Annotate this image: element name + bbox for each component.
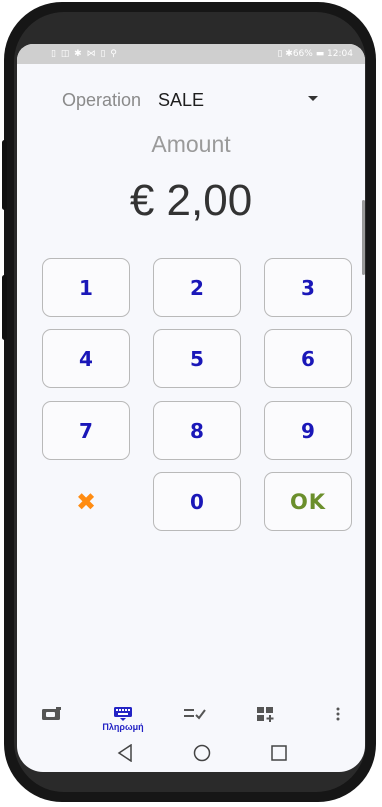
status-bar: ▯ ◫ ✱ ⋈ ▯ ⚲ ▯ ✱66% ▬ 12:04 (17, 44, 365, 64)
more-vert-icon (336, 707, 340, 721)
volume-button (2, 140, 7, 210)
cancel-button[interactable]: ✖ (42, 472, 130, 531)
dropdown-caret-icon[interactable] (308, 96, 318, 101)
nav-item-apps[interactable] (251, 699, 281, 739)
amount-label: Amount (151, 131, 231, 157)
home-icon[interactable] (193, 744, 211, 762)
key-8[interactable]: 8 (153, 401, 241, 460)
screen: ▯ ◫ ✱ ⋈ ▯ ⚲ ▯ ✱66% ▬ 12:04 Operation SAL… (17, 44, 365, 772)
key-1[interactable]: 1 (42, 258, 130, 317)
keypad-icon (114, 707, 132, 721)
list-check-icon (184, 709, 206, 720)
key-7[interactable]: 7 (42, 401, 130, 460)
key-9[interactable]: 9 (264, 401, 352, 460)
nav-label-payment: Πληρωμή (102, 722, 144, 732)
nav-item-payment[interactable]: Πληρωμή (93, 699, 153, 739)
amount-value: € 2,00 (129, 176, 253, 225)
power-button (2, 275, 7, 340)
grid-add-icon (257, 707, 274, 722)
status-left-icons: ▯ ◫ ✱ ⋈ ▯ ⚲ (51, 49, 118, 59)
key-6[interactable]: 6 (264, 329, 352, 388)
system-nav-bar (17, 741, 365, 765)
key-2[interactable]: 2 (153, 258, 241, 317)
key-0[interactable]: 0 (153, 472, 241, 531)
recents-icon[interactable] (271, 745, 287, 761)
status-right-info: ▯ ✱66% ▬ 12:04 (277, 49, 353, 59)
nav-item-transactions[interactable] (180, 699, 210, 739)
nav-item-wallet[interactable] (37, 699, 67, 739)
operation-label: Operation (62, 90, 142, 110)
key-5[interactable]: 5 (153, 329, 241, 388)
wallet-icon (42, 707, 61, 720)
key-4[interactable]: 4 (42, 329, 130, 388)
scroll-indicator (362, 200, 365, 275)
back-icon[interactable] (117, 744, 133, 762)
key-3[interactable]: 3 (264, 258, 352, 317)
operation-select[interactable]: SALE (158, 90, 204, 111)
bottom-nav: Πληρωμή (17, 699, 365, 739)
nav-item-more[interactable] (328, 699, 348, 739)
ok-button[interactable]: OK (264, 472, 352, 531)
